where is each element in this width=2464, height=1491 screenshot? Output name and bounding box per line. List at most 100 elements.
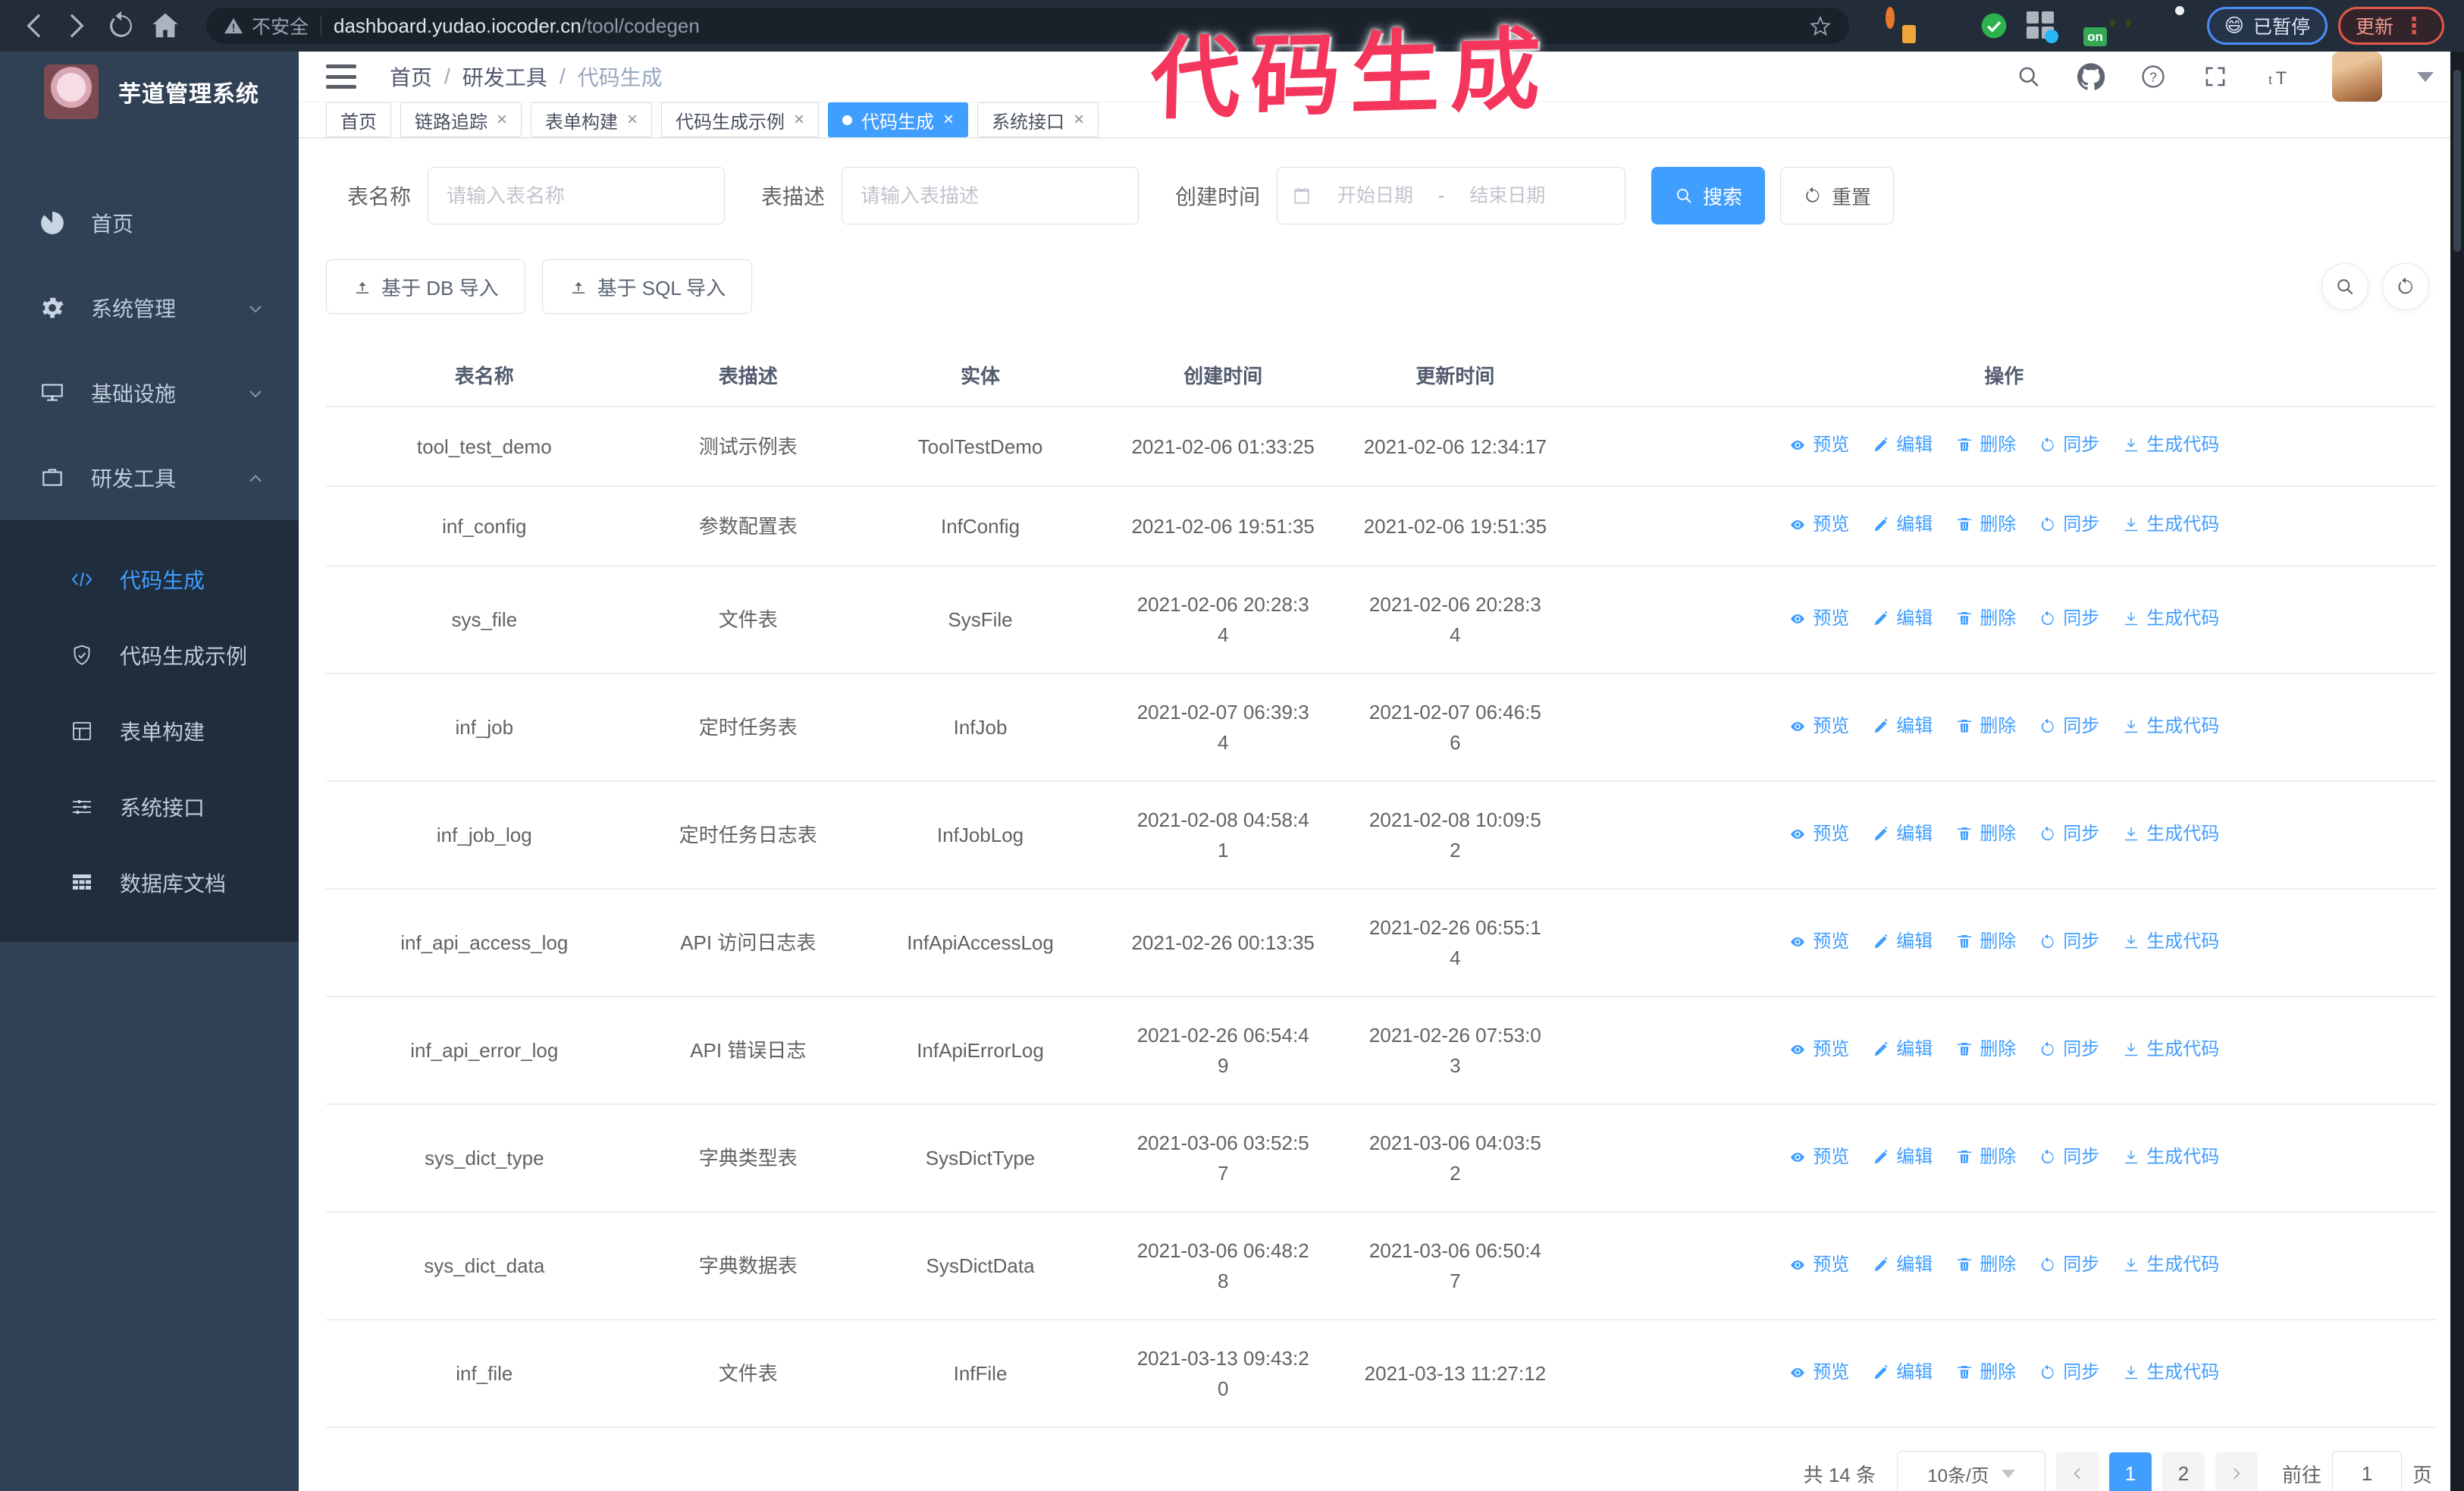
preview-link[interactable]: 预览 [1788, 711, 1849, 742]
preview-link[interactable]: 预览 [1788, 430, 1849, 460]
extension-icon[interactable] [2168, 11, 2196, 40]
generate-code-link[interactable]: 生成代码 [2122, 604, 2219, 634]
delete-link[interactable]: 删除 [1955, 510, 2016, 540]
delete-link[interactable]: 删除 [1955, 604, 2016, 634]
sidebar-subitem-form-builder[interactable]: 表单构建 [0, 693, 299, 769]
sync-link[interactable]: 同步 [2039, 430, 2099, 460]
tab-system-api[interactable]: 系统接口 × [977, 102, 1099, 137]
edit-link[interactable]: 编辑 [1872, 430, 1933, 460]
date-range-picker[interactable]: - [1277, 167, 1626, 224]
fullscreen-icon[interactable] [2202, 63, 2229, 90]
tab-trace[interactable]: 链路追踪 × [400, 102, 522, 137]
chevron-down-icon[interactable] [2417, 71, 2434, 82]
delete-link[interactable]: 删除 [1955, 819, 2016, 849]
extension-icon[interactable] [1885, 7, 1916, 43]
edit-link[interactable]: 编辑 [1872, 1142, 1933, 1172]
edit-link[interactable]: 编辑 [1872, 711, 1933, 742]
generate-code-link[interactable]: 生成代码 [2122, 711, 2219, 742]
end-date-input[interactable] [1450, 184, 1565, 207]
page-size-select[interactable]: 10条/页 [1896, 1451, 2045, 1491]
edit-link[interactable]: 编辑 [1872, 604, 1933, 634]
sync-link[interactable]: 同步 [2039, 927, 2099, 957]
import-sql-button[interactable]: 基于 SQL 导入 [541, 259, 753, 314]
sidebar-subitem-codegen-example[interactable]: 代码生成示例 [0, 617, 299, 693]
close-icon[interactable]: × [794, 111, 804, 129]
breadcrumb-devtools[interactable]: 研发工具 [462, 61, 547, 92]
tab-form-builder[interactable]: 表单构建 × [531, 102, 653, 137]
prev-page-button[interactable] [2055, 1452, 2099, 1491]
preview-link[interactable]: 预览 [1788, 819, 1849, 849]
security-label[interactable]: 不安全 [223, 12, 309, 39]
goto-page-input[interactable] [2331, 1451, 2402, 1491]
tab-codegen-example[interactable]: 代码生成示例 × [661, 102, 820, 137]
logo-row[interactable]: 芋道管理系统 [0, 52, 299, 132]
search-toggle-button[interactable] [2321, 263, 2368, 310]
sidebar-subitem-codegen[interactable]: 代码生成 [0, 541, 299, 617]
preview-link[interactable]: 预览 [1788, 1250, 1849, 1280]
hamburger-icon[interactable] [326, 64, 356, 89]
next-page-button[interactable] [2215, 1452, 2258, 1491]
delete-link[interactable]: 删除 [1955, 1358, 2016, 1388]
sync-link[interactable]: 同步 [2039, 1034, 2099, 1065]
generate-code-link[interactable]: 生成代码 [2122, 1034, 2219, 1065]
preview-link[interactable]: 预览 [1788, 1142, 1849, 1172]
tab-home[interactable]: 首页 [326, 102, 391, 137]
generate-code-link[interactable]: 生成代码 [2122, 927, 2219, 957]
help-icon[interactable]: ? [2140, 63, 2167, 90]
table-desc-input[interactable] [842, 167, 1140, 224]
update-browser-badge[interactable]: 更新 ⋮ [2337, 7, 2444, 45]
preview-link[interactable]: 预览 [1788, 1358, 1849, 1388]
import-db-button[interactable]: 基于 DB 导入 [326, 259, 525, 314]
edit-link[interactable]: 编辑 [1872, 1250, 1933, 1280]
sidebar-item-infra[interactable]: 基础设施 [0, 350, 299, 435]
sync-link[interactable]: 同步 [2039, 1358, 2099, 1388]
home-icon[interactable] [149, 9, 182, 42]
start-date-input[interactable] [1318, 184, 1433, 207]
generate-code-link[interactable]: 生成代码 [2122, 819, 2219, 849]
generate-code-link[interactable]: 生成代码 [2122, 510, 2219, 540]
generate-code-link[interactable]: 生成代码 [2122, 430, 2219, 460]
edit-link[interactable]: 编辑 [1872, 1358, 1933, 1388]
back-icon[interactable] [17, 9, 50, 42]
refresh-table-button[interactable] [2382, 263, 2429, 310]
delete-link[interactable]: 删除 [1955, 1142, 2016, 1172]
generate-code-link[interactable]: 生成代码 [2122, 1250, 2219, 1280]
search-icon[interactable] [2015, 63, 2042, 90]
close-icon[interactable]: × [497, 111, 507, 129]
preview-link[interactable]: 预览 [1788, 1034, 1849, 1065]
extension-icon[interactable] [1980, 11, 2008, 40]
bookmark-star-icon[interactable] [1808, 14, 1832, 38]
sync-link[interactable]: 同步 [2039, 1250, 2099, 1280]
delete-link[interactable]: 删除 [1955, 927, 2016, 957]
preview-link[interactable]: 预览 [1788, 510, 1849, 540]
generate-code-link[interactable]: 生成代码 [2122, 1358, 2219, 1388]
menu-dots-icon[interactable]: ⋮ [2403, 13, 2427, 39]
scrollbar-thumb[interactable] [2453, 70, 2461, 252]
delete-link[interactable]: 删除 [1955, 711, 2016, 742]
sidebar-item-devtools[interactable]: 研发工具 [0, 435, 299, 520]
close-icon[interactable]: × [943, 111, 954, 129]
github-icon[interactable] [2077, 63, 2105, 90]
tab-codegen[interactable]: 代码生成 × [828, 102, 969, 137]
page-button-1[interactable]: 1 [2108, 1452, 2152, 1491]
sidebar-item-system[interactable]: 系统管理 [0, 265, 299, 350]
close-icon[interactable]: × [627, 111, 638, 129]
edit-link[interactable]: 编辑 [1872, 510, 1933, 540]
close-icon[interactable]: × [1074, 111, 1084, 129]
sidebar-subitem-db-doc[interactable]: 数据库文档 [0, 845, 299, 921]
preview-link[interactable]: 预览 [1788, 927, 1849, 957]
extension-icon[interactable] [1933, 11, 1961, 40]
delete-link[interactable]: 删除 [1955, 1250, 2016, 1280]
extension-icon[interactable]: on [2074, 11, 2107, 46]
font-size-icon[interactable]: tT [2264, 63, 2297, 90]
edit-link[interactable]: 编辑 [1872, 927, 1933, 957]
sidebar-item-home[interactable]: 首页 [0, 180, 299, 265]
breadcrumb-home[interactable]: 首页 [390, 61, 432, 92]
sync-link[interactable]: 同步 [2039, 819, 2099, 849]
generate-code-link[interactable]: 生成代码 [2122, 1142, 2219, 1172]
table-name-input[interactable] [428, 167, 726, 224]
sync-link[interactable]: 同步 [2039, 711, 2099, 742]
paused-extension-badge[interactable]: 😄 已暂停 [2206, 7, 2328, 45]
sync-link[interactable]: 同步 [2039, 510, 2099, 540]
search-button[interactable]: 搜索 [1651, 167, 1766, 224]
